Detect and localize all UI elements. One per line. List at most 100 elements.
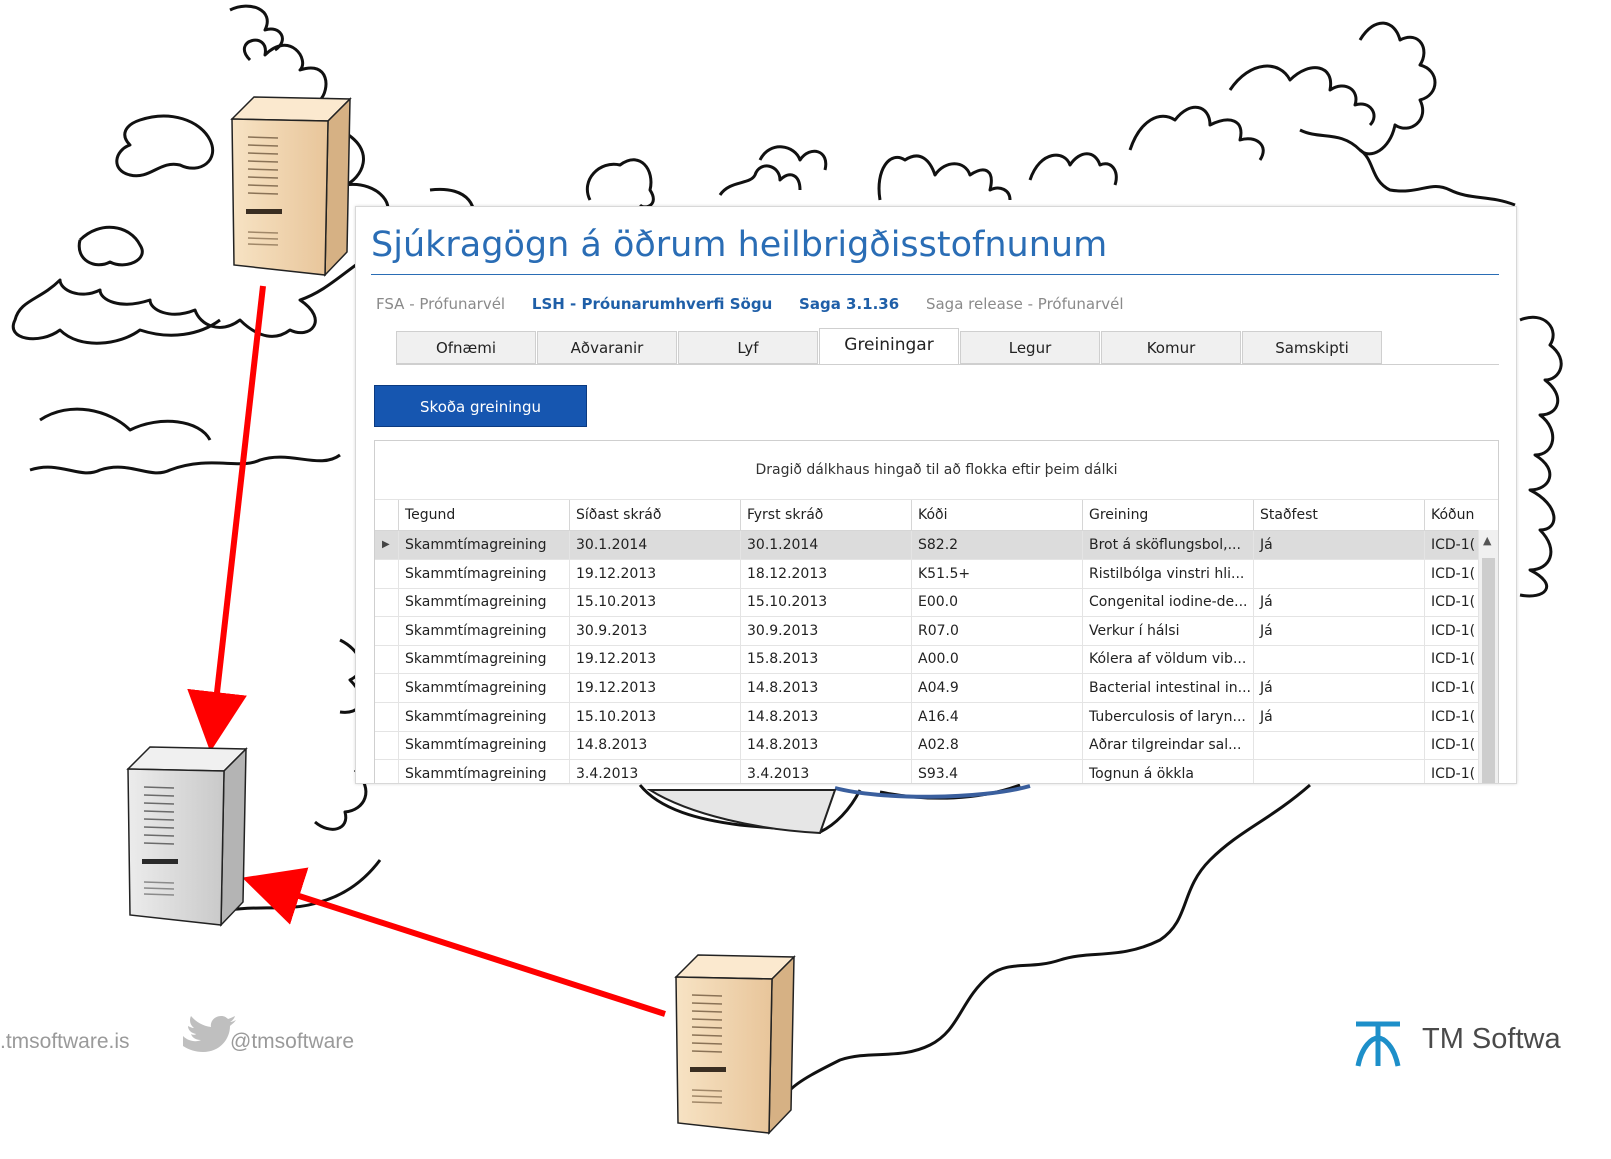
server-north-icon (230, 96, 352, 277)
website-link[interactable]: .tmsoftware.is (0, 1030, 130, 1054)
cell-tegund: Skammtímagreining (398, 731, 569, 760)
scroll-thumb[interactable] (1482, 558, 1495, 783)
scroll-up-icon[interactable]: ▲ (1483, 534, 1491, 547)
cell-fyrst-skrad: 3.4.2013 (740, 759, 911, 783)
cell-greining: Kólera af völdum vib... (1082, 645, 1253, 674)
header-col-sidast-skrad[interactable]: Síðast skráð (569, 500, 740, 530)
cell-fyrst-skrad: 14.8.2013 (740, 702, 911, 731)
cell-sidast-skrad: 19.12.2013 (569, 645, 740, 674)
cell-kodi: A02.8 (911, 731, 1082, 760)
tab-samskipti[interactable]: Samskipti (1242, 331, 1382, 364)
twitter-handle[interactable]: @tmsoftware (230, 1030, 354, 1054)
tm-software-logo-icon (1355, 1021, 1401, 1067)
header-col-kodi[interactable]: Kóði (911, 500, 1082, 530)
tab-legur[interactable]: Legur (960, 331, 1100, 364)
table-row[interactable]: Skammtímagreining 19.12.2013 15.8.2013 A00.… (375, 645, 1480, 675)
tab-divider (396, 364, 1499, 365)
cell-fyrst-skrad: 14.8.2013 (740, 731, 911, 760)
cell-kodun: ICD-1( (1424, 645, 1484, 674)
cell-greining: Congenital iodine-de... (1082, 588, 1253, 617)
table-row[interactable]: Skammtímagreining 3.4.2013 3.4.2013 S93.4 To… (375, 759, 1480, 783)
cell-stadfest: Já (1253, 702, 1424, 731)
cell-kodun: ICD-1( (1424, 759, 1484, 783)
header-col-kodun[interactable]: Kóðun (1424, 500, 1484, 530)
table-row[interactable]: Skammtímagreining 30.9.2013 30.9.2013 R07.0… (375, 616, 1480, 646)
group-by-area[interactable]: Dragið dálkhaus hingað til að flokka eft… (375, 441, 1498, 500)
cell-stadfest (1253, 731, 1424, 760)
cell-fyrst-skrad: 30.1.2014 (740, 531, 911, 559)
page-title: Sjúkragögn á öðrum heilbrigðisstofnunum (371, 225, 1108, 265)
cell-greining: Brot á sköflungsbol,... (1082, 531, 1253, 559)
cell-stadfest: Já (1253, 588, 1424, 617)
source-saga-release[interactable]: Saga release - Prófunarvél (926, 295, 1124, 313)
cell-fyrst-skrad: 15.10.2013 (740, 588, 911, 617)
tab-advaranir[interactable]: Aðvaranir (537, 331, 677, 364)
cell-greining: Verkur í hálsi (1082, 616, 1253, 645)
cell-kodun: ICD-1( (1424, 559, 1484, 588)
tab-greiningar[interactable]: Greiningar (819, 328, 959, 365)
cell-fyrst-skrad: 15.8.2013 (740, 645, 911, 674)
cell-stadfest (1253, 645, 1424, 674)
cell-tegund: Skammtímagreining (398, 588, 569, 617)
cell-kodun: ICD-1( (1424, 702, 1484, 731)
cell-sidast-skrad: 3.4.2013 (569, 759, 740, 783)
source-saga[interactable]: Saga 3.1.36 (799, 295, 899, 313)
vertical-scrollbar[interactable]: ▲ (1478, 530, 1498, 783)
tab-komur[interactable]: Komur (1101, 331, 1241, 364)
cell-fyrst-skrad: 18.12.2013 (740, 559, 911, 588)
cell-tegund: Skammtímagreining (398, 559, 569, 588)
cell-fyrst-skrad: 14.8.2013 (740, 674, 911, 702)
cell-tegund: Skammtímagreining (398, 531, 569, 559)
header-col-fyrst-skrad[interactable]: Fyrst skráð (740, 500, 911, 530)
twitter-bird-icon (183, 1016, 236, 1052)
cell-kodun: ICD-1( (1424, 588, 1484, 617)
source-bar: FSA - Prófunarvél LSH - Próunarumhverfi … (376, 295, 1146, 313)
cell-kodun: ICD-1( (1424, 531, 1484, 559)
cell-stadfest: Já (1253, 531, 1424, 559)
row-indicator-icon: ▶ (382, 539, 390, 550)
cell-sidast-skrad: 30.1.2014 (569, 531, 740, 559)
table-row[interactable]: Skammtímagreining 15.10.2013 14.8.2013 A16.… (375, 702, 1480, 732)
cell-kodi: A04.9 (911, 674, 1082, 702)
cell-kodi: A00.0 (911, 645, 1082, 674)
cell-greining: Ristilbólga vinstri hli... (1082, 559, 1253, 588)
table-row[interactable]: Skammtímagreining 14.8.2013 14.8.2013 A02.8… (375, 731, 1480, 761)
cell-tegund: Skammtímagreining (398, 674, 569, 702)
cell-kodi: S93.4 (911, 759, 1082, 783)
tab-ofnaemi[interactable]: Ofnæmi (396, 331, 536, 364)
cell-tegund: Skammtímagreining (398, 645, 569, 674)
header-col-greining[interactable]: Greining (1082, 500, 1253, 530)
cell-greining: Bacterial intestinal in... (1082, 674, 1253, 702)
view-diagnosis-button[interactable]: Skoða greiningu (374, 385, 587, 427)
cell-sidast-skrad: 15.10.2013 (569, 702, 740, 731)
cell-tegund: Skammtímagreining (398, 702, 569, 731)
table-row[interactable]: Skammtímagreining 19.12.2013 14.8.2013 A04.… (375, 674, 1480, 703)
source-fsa[interactable]: FSA - Prófunarvél (376, 295, 505, 313)
cell-kodun: ICD-1( (1424, 731, 1484, 760)
table-row[interactable]: Skammtímagreining 15.10.2013 15.10.2013 E00… (375, 588, 1480, 618)
header-col-stadfest[interactable]: Staðfest (1253, 500, 1424, 530)
arrow-east-to-central (242, 867, 666, 1017)
cell-sidast-skrad: 15.10.2013 (569, 588, 740, 617)
cell-sidast-skrad: 30.9.2013 (569, 616, 740, 645)
cell-stadfest: Já (1253, 674, 1424, 702)
server-east-icon (674, 954, 796, 1135)
grid-header: Tegund Síðast skráð Fyrst skráð Kóði Greinin… (375, 500, 1498, 531)
hidden-disk-icon (646, 784, 1031, 835)
title-divider (371, 274, 1499, 275)
source-lsh[interactable]: LSH - Próunarumhverfi Sögu (532, 295, 772, 313)
cell-tegund: Skammtímagreining (398, 759, 569, 783)
cell-greining: Aðrar tilgreindar sal... (1082, 731, 1253, 760)
cell-tegund: Skammtímagreining (398, 616, 569, 645)
cell-stadfest (1253, 759, 1424, 783)
cell-kodi: E00.0 (911, 588, 1082, 617)
table-row[interactable]: Skammtímagreining 19.12.2013 18.12.2013 K51… (375, 559, 1480, 589)
header-col-tegund[interactable]: Tegund (398, 500, 569, 530)
diagnosis-grid: Dragið dálkhaus hingað til að flokka eft… (374, 440, 1499, 783)
tab-lyf[interactable]: Lyf (678, 331, 818, 364)
table-row[interactable]: ▶ Skammtímagreining 30.1.2014 30.1.2014 S82.… (375, 531, 1480, 560)
cell-kodi: R07.0 (911, 616, 1082, 645)
server-central-icon (126, 746, 248, 927)
cell-fyrst-skrad: 30.9.2013 (740, 616, 911, 645)
cell-sidast-skrad: 19.12.2013 (569, 674, 740, 702)
